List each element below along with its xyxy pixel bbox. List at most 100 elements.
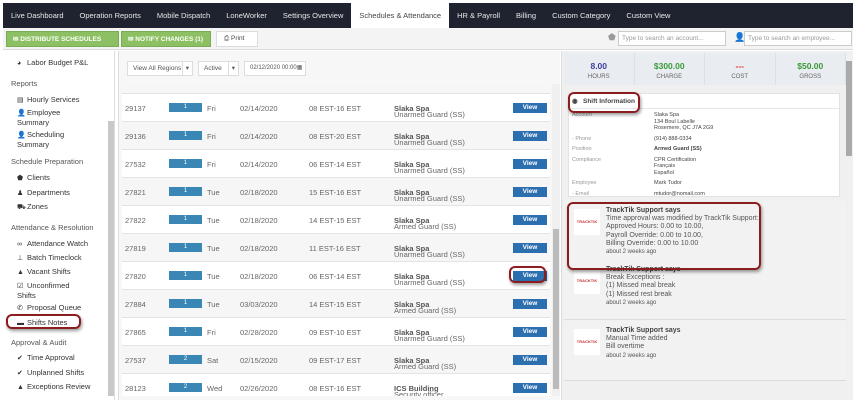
view-button[interactable]: View [513,383,547,393]
shift-id: 27820 [125,272,146,281]
comment-time: about 2 weeks ago [606,352,657,359]
comment-line: (1) Missed meal break [606,282,676,290]
detail-scrollbar[interactable] [846,61,852,156]
tab-live-dashboard[interactable]: Live Dashboard [3,3,72,28]
view-button[interactable]: View [513,131,547,141]
count-badge: 1 [169,243,202,252]
label: Vacant Shifts [27,267,71,276]
sidebar-item-vacant-shifts[interactable]: ▲ Vacant Shifts [17,267,105,277]
sidebar-item-proposal-queue[interactable]: ✆ Proposal Queue [17,303,105,313]
tab-custom-category[interactable]: Custom Category [544,3,618,28]
position: Armed Guard (SS) [394,306,457,315]
field-label: Employee [572,180,597,186]
tab-loneworker[interactable]: LoneWorker [218,3,275,28]
time-range: 09 EST-17 EST [309,356,362,365]
table-row[interactable]: 27821 1 Tue 02/18/2020 15 EST-16 EST Slaka Sp… [122,178,550,206]
count-badge: 1 [169,131,202,140]
tab-operation-reports[interactable]: Operation Reports [72,3,149,28]
sidebar-item-departments[interactable]: ♟ Departments [17,188,105,198]
view-button[interactable]: View [513,187,547,197]
label: Zones [27,202,48,211]
table-row[interactable]: 27819 1 Tue 02/18/2020 11 EST-16 EST Slaka Sp… [122,234,550,262]
comment-time: about 2 weeks ago [606,299,657,306]
shift-stats: 8.00 HOURS $300.00 CHARGE --- COST $50.00 GROSS [564,53,846,85]
sidebar-item-exceptions-review[interactable]: ▲ Exceptions Review [17,382,105,392]
table-row[interactable]: 27884 1 Tue 03/03/2020 14 EST-15 EST Slaka Sp… [122,290,550,318]
table-row[interactable]: 28123 2 Wed 02/26/2020 08 EST-16 EST ICS Buil… [122,374,550,396]
label: Clients [27,173,50,182]
sidebar-item-time-approval[interactable]: ✔ Time Approval [17,353,105,363]
sidebar-item-zones[interactable]: ⛟Zones [17,202,105,212]
region-select[interactable]: View All Regions ▾ [127,61,193,76]
shift-id: 27884 [125,300,146,309]
shifts-table-panel: View All Regions ▾ Active ▾ 02/12/2020 0… [118,51,560,400]
field-value: Armed Guard (SS) [654,146,702,152]
distribute-schedules-button[interactable]: ✉ DISTRIBUTE SCHEDULES (26) [6,31,119,59]
day: Tue [207,272,220,281]
field-label: Compliance [572,156,602,163]
user-icon: 👤 [17,110,26,117]
view-button[interactable]: View [513,327,547,337]
table-row[interactable]: 29136 1 Fri 02/14/2020 08 EST-20 EST Slaka Sp… [122,122,550,150]
view-button[interactable]: View [513,355,547,365]
shift-id: 28123 [125,384,146,393]
table-row[interactable]: 27537 2 Sat 02/15/2020 09 EST-17 EST Slaka Sp… [122,346,550,374]
tab-schedules-attendance[interactable]: Schedules & Attendance [351,3,450,28]
sidebar-item-clients[interactable]: ⬟ Clients [17,173,105,183]
sidebar-item-employee-summary[interactable]: 👤Employee Summary [17,108,77,127]
account-search-input[interactable]: Type to search an account... [618,31,726,46]
comment-text: TrackTik Support says Break Exceptions :(… [606,266,681,307]
date: 02/28/2020 [240,328,278,337]
view-button[interactable]: View [513,299,547,309]
tab-hr-payroll[interactable]: HR & Payroll [449,3,508,28]
section-reports: Reports [11,79,38,88]
notify-changes-button[interactable]: ✉ NOTIFY CHANGES (1) [121,31,211,47]
sidebar-item-hourly-services[interactable]: ▤ Hourly Services [17,95,105,105]
table-row[interactable]: 27822 1 Tue 02/18/2020 14 EST-15 EST Slaka Sp… [122,206,550,234]
table-row[interactable]: 29137 1 Fri 02/14/2020 08 EST-16 EST Slaka Sp… [122,94,550,122]
sidebar-item-batch-timeclock[interactable]: ⊥ Batch Timeclock [17,253,105,263]
print-button[interactable]: ⎙ Print [216,31,258,47]
sidebar-item-attendance-watch[interactable]: ∞ Attendance Watch [17,239,105,249]
sidebar-item-labor-budget[interactable]: ◕ Labor Budget P&L [17,58,105,68]
highlight-annotation [6,314,81,329]
employee-search-input[interactable]: Type to search an employee... [744,31,852,46]
print-label: Print [231,35,245,42]
table-scrollbar[interactable] [552,84,560,396]
date-input[interactable]: 02/12/2020 00:00▦ [244,61,306,76]
tab-mobile-dispatch[interactable]: Mobile Dispatch [149,3,218,28]
view-button[interactable]: View [513,215,547,225]
view-button[interactable]: View [513,159,547,169]
sidebar-item-unplanned-shifts[interactable]: ✔ Unplanned Shifts [17,368,105,378]
tab-billing[interactable]: Billing [508,3,544,28]
day: Tue [207,244,220,253]
view-button[interactable]: View [513,243,547,253]
date: 02/14/2020 [240,104,278,113]
table-row[interactable]: 27532 1 Fri 02/14/2020 06 EST-14 EST Slaka Sp… [122,150,550,178]
table-row[interactable]: 27820 1 Tue 02/18/2020 06 EST-14 EST Slaka Sp… [122,262,550,290]
view-button[interactable]: View [513,103,547,113]
sidebar-item-unconfirmed-shifts[interactable]: ☑ Unconfirmed Shifts [17,281,87,300]
sidebar-item-scheduling-summary[interactable]: 👤Scheduling Summary [17,130,77,149]
time-range: 14 EST-15 EST [309,216,362,225]
day: Fri [207,132,216,141]
check-icon: ✔ [17,370,23,377]
status-select[interactable]: Active ▾ [198,61,239,76]
section-schedule-preparation: Schedule Preparation [11,157,84,166]
table-row[interactable]: 27865 1 Fri 02/28/2020 09 EST-10 EST Slaka Sp… [122,318,550,346]
date: 02/18/2020 [240,216,278,225]
shift-id: 29137 [125,104,146,113]
departments-icon: ♟ [17,190,24,197]
tab-settings-overview[interactable]: Settings Overview [275,3,351,28]
label: Departments [27,188,70,197]
stat-label: HOURS [587,74,610,80]
label: Attendance Watch [27,239,89,248]
sidebar-scrollbar[interactable] [108,121,114,396]
label: Exceptions Review [27,382,91,391]
tab-custom-view[interactable]: Custom View [618,3,678,28]
status-value: Active [204,65,222,72]
position: Unarmed Guard (SS) [394,334,465,343]
stat-value: 8.00 [590,61,608,71]
position: Unarmed Guard (SS) [394,138,465,147]
date: 02/18/2020 [240,188,278,197]
